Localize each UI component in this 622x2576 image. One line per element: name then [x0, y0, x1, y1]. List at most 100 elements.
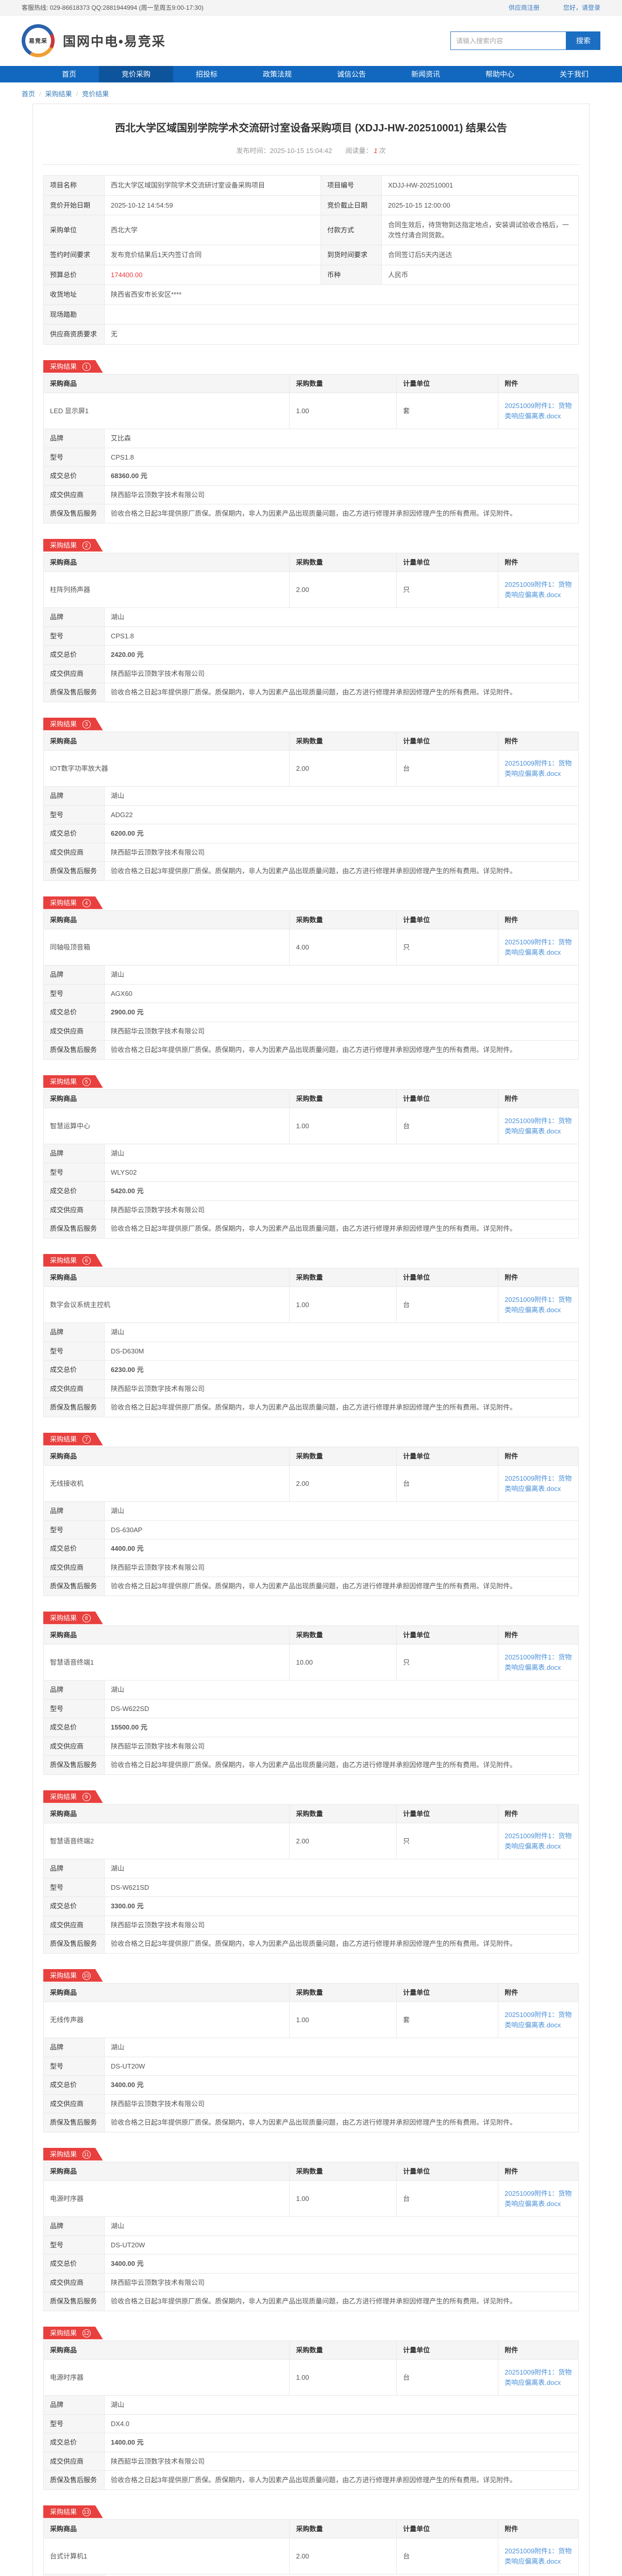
result-badge-label: 采购结果 [50, 541, 77, 549]
nav-item-home[interactable]: 首页 [39, 66, 99, 82]
attachment-link[interactable]: 20251009附件1：货物类响应偏离表.docx [505, 1653, 571, 1671]
row-label-supplier: 成交供应商 [44, 1379, 105, 1398]
project-code: XDJJ-HW-202510001 [382, 176, 579, 196]
attachment-link[interactable]: 20251009附件1：货物类响应偏离表.docx [505, 581, 571, 599]
result-badge-label: 采购结果 [50, 1793, 77, 1801]
row-label-warranty: 质保及售后服务 [44, 504, 105, 523]
brand-value: 艾比森 [105, 429, 579, 448]
deal-price: 3400.00 元 [105, 2255, 579, 2274]
breadcrumb-home[interactable]: 首页 [22, 90, 35, 98]
result-badge-label: 采购结果 [50, 1078, 77, 1086]
nav-item-integrity[interactable]: 诚信公告 [314, 66, 389, 82]
brand-logo-text: 易竞采 [25, 28, 51, 54]
supplier-value: 陕西韶华云顶数字技术有限公司 [105, 2273, 579, 2292]
product-qty: 1.00 [290, 2360, 397, 2396]
brand-value: 湖山 [105, 2396, 579, 2415]
result-badge: 采购结果 12 [43, 2327, 103, 2340]
col-header-unit: 计量单位 [397, 1625, 498, 1645]
result-block: 采购结果 5 采购商品 采购数量 计量单位 附件 智慧运算中心 1.00 台 2… [43, 1060, 579, 1239]
brand-value: 湖山 [105, 1681, 579, 1700]
nav-item-tender[interactable]: 招投标 [173, 66, 240, 82]
row-label-supplier: 成交供应商 [44, 664, 105, 683]
col-header-unit: 计量单位 [397, 2162, 498, 2181]
result-product-table: 采购商品 采购数量 计量单位 附件 智慧运算中心 1.00 台 20251009… [43, 1089, 579, 1145]
attachment-link[interactable]: 20251009附件1：货物类响应偏离表.docx [505, 1296, 571, 1314]
warranty-value: 验收合格之日起3年提供原厂质保。质保期内，非人为因素产品出现质量问题，由乙方进行… [105, 2471, 579, 2490]
col-header-product: 采购商品 [44, 732, 290, 751]
model-value: DS-UT20W [105, 2057, 579, 2076]
row-label-supplier: 成交供应商 [44, 843, 105, 862]
result-detail-table: 品牌 湖山 型号 DS-D630M 成交总价 6230.00 元 成交供应商 陕… [43, 1323, 579, 1417]
model-value: CPS1.8 [105, 626, 579, 646]
col-header-attachment: 附件 [498, 1447, 579, 1466]
attachment-link[interactable]: 20251009附件1：货物类响应偏离表.docx [505, 2368, 571, 2386]
col-header-qty: 采购数量 [290, 1983, 397, 2002]
row-label-model: 型号 [44, 1163, 105, 1182]
supplier-register-link[interactable]: 供应商注册 [509, 3, 540, 12]
result-product-table: 采购商品 采购数量 计量单位 附件 LED 显示屏1 1.00 套 202510… [43, 374, 579, 430]
product-unit: 只 [397, 572, 498, 608]
brand-logo: 易竞采 [22, 24, 55, 57]
attachment-link[interactable]: 20251009附件1：货物类响应偏离表.docx [505, 2190, 571, 2208]
col-header-product: 采购商品 [44, 553, 290, 572]
product-name: 电源时序器 [44, 2181, 290, 2217]
model-value: ADG22 [105, 805, 579, 824]
col-header-unit: 计量单位 [397, 910, 498, 929]
attachment-link[interactable]: 20251009附件1：货物类响应偏离表.docx [505, 1475, 571, 1493]
product-unit: 台 [397, 2538, 498, 2574]
col-header-attachment: 附件 [498, 1089, 579, 1108]
info-label: 竞价开始日期 [44, 195, 105, 215]
result-badge: 采购结果 13 [43, 2505, 103, 2518]
nav-item-about[interactable]: 关于我们 [537, 66, 611, 82]
result-badge-label: 采购结果 [50, 363, 77, 370]
attachment-link[interactable]: 20251009附件1：货物类响应偏离表.docx [505, 759, 571, 777]
attachment-link[interactable]: 20251009附件1：货物类响应偏离表.docx [505, 402, 571, 420]
col-header-qty: 采购数量 [290, 1089, 397, 1108]
model-value: DS-UT20W [105, 2235, 579, 2255]
result-product-table: 采购商品 采购数量 计量单位 附件 数字会议系统主控机 1.00 台 20251… [43, 1268, 579, 1324]
result-badge: 采购结果 3 [43, 718, 103, 731]
row-label-warranty: 质保及售后服务 [44, 1935, 105, 1954]
result-badge-number: 12 [82, 2329, 91, 2337]
row-label-supplier: 成交供应商 [44, 2094, 105, 2113]
search-button[interactable]: 搜索 [566, 31, 600, 50]
site-survey [105, 304, 579, 325]
breadcrumb-results[interactable]: 采购结果 [45, 90, 72, 98]
result-block: 采购结果 7 采购商品 采购数量 计量单位 附件 无线接收机 2.00 台 20… [43, 1417, 579, 1596]
table-row: LED 显示屏1 1.00 套 20251009附件1：货物类响应偏离表.doc… [44, 393, 579, 429]
search-input[interactable] [450, 31, 566, 50]
product-qty: 2.00 [290, 1466, 397, 1502]
row-label-warranty: 质保及售后服务 [44, 1398, 105, 1417]
result-badge-number: 10 [82, 1972, 91, 1980]
result-badge-number: 3 [82, 720, 91, 728]
product-qty: 2.00 [290, 751, 397, 787]
deal-price: 2420.00 元 [105, 646, 579, 665]
col-header-qty: 采购数量 [290, 1268, 397, 1287]
nav-item-help[interactable]: 帮助中心 [463, 66, 537, 82]
col-header-unit: 计量单位 [397, 374, 498, 393]
row-label-supplier: 成交供应商 [44, 1200, 105, 1219]
result-badge: 采购结果 4 [43, 896, 103, 909]
col-header-attachment: 附件 [498, 1804, 579, 1823]
deal-price: 1400.00 元 [105, 2433, 579, 2452]
attachment-link[interactable]: 20251009附件1：货物类响应偏离表.docx [505, 1117, 571, 1135]
product-unit: 套 [397, 2002, 498, 2038]
supplier-value: 陕西韶华云顶数字技术有限公司 [105, 1200, 579, 1219]
product-qty: 10.00 [290, 1645, 397, 1681]
product-qty: 4.00 [290, 929, 397, 965]
warranty-value: 验收合格之日起3年提供原厂质保。质保期内，非人为因素产品出现质量问题，由乙方进行… [105, 2113, 579, 2132]
nav-item-bidding-purchase[interactable]: 竞价采购 [99, 66, 173, 82]
nav-item-policies[interactable]: 政策法规 [240, 66, 314, 82]
row-label-warranty: 质保及售后服务 [44, 862, 105, 881]
table-row: IOT数字功率放大器 2.00 台 20251009附件1：货物类响应偏离表.d… [44, 751, 579, 787]
row-label-brand: 品牌 [44, 965, 105, 985]
result-badge-number: 11 [82, 2150, 91, 2159]
attachment-link[interactable]: 20251009附件1：货物类响应偏离表.docx [505, 938, 571, 956]
login-link[interactable]: 您好，请登录 [563, 3, 600, 12]
attachment-link[interactable]: 20251009附件1：货物类响应偏离表.docx [505, 2011, 571, 2029]
attachment-link[interactable]: 20251009附件1：货物类响应偏离表.docx [505, 1832, 571, 1850]
nav-item-news[interactable]: 新闻资讯 [389, 66, 463, 82]
result-badge: 采购结果 10 [43, 1969, 103, 1982]
product-name: 数字会议系统主控机 [44, 1287, 290, 1323]
attachment-link[interactable]: 20251009附件1：货物类响应偏离表.docx [505, 2547, 571, 2565]
